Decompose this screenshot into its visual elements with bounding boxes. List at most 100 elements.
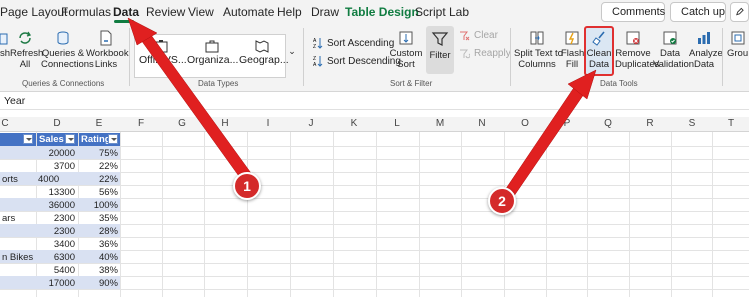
comments-button[interactable]: Comments bbox=[601, 2, 665, 22]
tab-review[interactable]: Review bbox=[146, 5, 185, 19]
filter-dropdown-button[interactable] bbox=[108, 134, 118, 144]
column-header-r[interactable]: R bbox=[630, 118, 670, 129]
cell-category[interactable]: ars bbox=[2, 212, 15, 225]
cell-sales[interactable]: 4000 bbox=[38, 173, 59, 186]
column-header-j[interactable]: J bbox=[291, 118, 331, 129]
annotation-badge-2: 2 bbox=[488, 187, 516, 215]
data-type-organization[interactable]: Organiza... bbox=[187, 39, 238, 66]
data-type-geography[interactable]: Geograp... bbox=[239, 39, 289, 66]
cell-sales[interactable]: 5400 bbox=[38, 264, 75, 277]
cell-sales[interactable]: 13300 bbox=[38, 186, 75, 199]
cell-rating[interactable]: 40% bbox=[80, 251, 118, 264]
cell-rating[interactable]: 100% bbox=[80, 199, 118, 212]
column-header-t[interactable]: T bbox=[713, 118, 749, 129]
data-validation-button[interactable]: Data Validation bbox=[653, 30, 694, 70]
column-header-l[interactable]: L bbox=[377, 118, 417, 129]
column-header-q[interactable]: Q bbox=[588, 118, 628, 129]
column-header-n[interactable]: N bbox=[462, 118, 502, 129]
cell-rating[interactable]: 35% bbox=[80, 212, 118, 225]
sort-ascending-button[interactable]: AZ Sort Ascending bbox=[313, 37, 395, 50]
cell-category[interactable]: n Bikes bbox=[2, 251, 33, 264]
cell-rating[interactable]: 90% bbox=[80, 277, 118, 290]
tab-page-layout[interactable]: Page Layout bbox=[0, 5, 67, 19]
cell-rating[interactable]: 28% bbox=[80, 225, 118, 238]
tab-data[interactable]: Data bbox=[113, 5, 139, 19]
column-header-i[interactable]: I bbox=[248, 118, 288, 129]
tab-draw[interactable]: Draw bbox=[311, 5, 339, 19]
edit-button[interactable] bbox=[730, 2, 749, 22]
cell-sales[interactable]: 3400 bbox=[38, 238, 75, 251]
data-type-office[interactable]: Offi...VS... bbox=[139, 39, 187, 66]
cell-sales[interactable]: 2300 bbox=[38, 225, 75, 238]
cell-sales[interactable]: 6300 bbox=[38, 251, 75, 264]
remove-duplicates-button[interactable]: Remove Duplicates bbox=[615, 30, 659, 70]
formula-bar-value: Year bbox=[4, 95, 26, 107]
cell-sales[interactable]: 3700 bbox=[38, 160, 75, 173]
cell-rating[interactable]: 22% bbox=[80, 173, 118, 186]
workbook-links-button[interactable]: Workbook Links bbox=[86, 30, 129, 70]
clean-data-button[interactable]: Clean Data bbox=[585, 30, 613, 70]
filter-dropdown-button[interactable] bbox=[65, 134, 75, 144]
column-header-f[interactable]: F bbox=[121, 118, 161, 129]
catch-up-button[interactable]: Catch up bbox=[670, 2, 726, 22]
tab-view[interactable]: View bbox=[188, 5, 214, 19]
formula-bar[interactable]: Year bbox=[0, 92, 749, 110]
split-text-columns-button[interactable]: Split Text to Columns bbox=[514, 30, 563, 70]
data-types-gallery: Offi...VS... Organiza... Geograp... bbox=[134, 34, 289, 78]
tab-script-lab[interactable]: Script Lab bbox=[415, 5, 469, 19]
tab-help[interactable]: Help bbox=[277, 5, 302, 19]
flash-fill-label: Flash Fill bbox=[561, 48, 585, 70]
chevron-down-icon: ⌄ bbox=[288, 46, 296, 56]
cell-rating[interactable]: 75% bbox=[80, 147, 118, 160]
sort-descending-icon: ZA bbox=[313, 56, 323, 67]
analyze-data-button[interactable]: Analyze Data bbox=[689, 30, 723, 70]
column-header-p[interactable]: P bbox=[547, 118, 587, 129]
refresh-partial-label: sh bbox=[0, 48, 11, 59]
funnel-icon bbox=[431, 32, 449, 46]
group-outline-button[interactable]: Grou bbox=[727, 30, 749, 59]
cell-rating[interactable]: 36% bbox=[80, 238, 118, 251]
queries-group-label: Queries & Connections bbox=[22, 79, 105, 88]
column-header-s[interactable]: S bbox=[672, 118, 712, 129]
cell-sales[interactable]: 17000 bbox=[38, 277, 75, 290]
refresh-all-button[interactable]: Refresh All bbox=[10, 30, 43, 70]
cell-sales[interactable]: 36000 bbox=[38, 199, 75, 212]
annotation-badge-1: 1 bbox=[233, 172, 261, 200]
filter-dropdown-button[interactable] bbox=[23, 134, 33, 144]
tab-table-design[interactable]: Table Design bbox=[345, 5, 419, 19]
column-header-g[interactable]: G bbox=[162, 118, 202, 129]
database-icon bbox=[57, 31, 69, 45]
cell-rating[interactable]: 38% bbox=[80, 264, 118, 277]
column-header-e[interactable]: E bbox=[80, 118, 118, 129]
group-icon bbox=[731, 31, 745, 45]
column-header-o[interactable]: O bbox=[505, 118, 545, 129]
split-columns-icon bbox=[530, 31, 544, 45]
column-header-h[interactable]: H bbox=[205, 118, 245, 129]
column-header-m[interactable]: M bbox=[420, 118, 460, 129]
ribbon-separator bbox=[510, 28, 511, 86]
reapply-button[interactable]: Reapply bbox=[459, 48, 511, 59]
tab-automate[interactable]: Automate bbox=[223, 5, 274, 19]
flash-fill-button[interactable]: Flash Fill bbox=[561, 30, 585, 70]
cell-rating[interactable]: 56% bbox=[80, 186, 118, 199]
flash-fill-icon bbox=[565, 31, 579, 45]
cell-sales[interactable]: 20000 bbox=[38, 147, 75, 160]
sort-ascending-label: Sort Ascending bbox=[327, 37, 395, 49]
column-header-c[interactable]: C bbox=[0, 118, 10, 129]
cell-rating[interactable]: 22% bbox=[80, 160, 118, 173]
cell-sales[interactable]: 2300 bbox=[38, 212, 75, 225]
filter-button[interactable]: Filter bbox=[426, 26, 454, 74]
column-header-d[interactable]: D bbox=[38, 118, 76, 129]
queries-connections-button[interactable]: Queries & Connections bbox=[41, 30, 94, 70]
custom-sort-button[interactable]: Custom Sort bbox=[389, 30, 423, 70]
cell-category[interactable]: orts bbox=[2, 173, 18, 186]
gridline bbox=[587, 132, 588, 297]
column-header-k[interactable]: K bbox=[334, 118, 374, 129]
map-icon bbox=[255, 40, 269, 53]
tab-formulas[interactable]: Formulas bbox=[61, 5, 111, 19]
sort-descending-button[interactable]: ZA Sort Descending bbox=[313, 55, 401, 68]
clear-filter-button[interactable]: Clear bbox=[459, 30, 498, 41]
sort-filter-group-label: Sort & Filter bbox=[390, 79, 433, 88]
data-types-expand-button[interactable]: ⌄ bbox=[287, 46, 297, 57]
pencil-icon bbox=[736, 7, 744, 16]
